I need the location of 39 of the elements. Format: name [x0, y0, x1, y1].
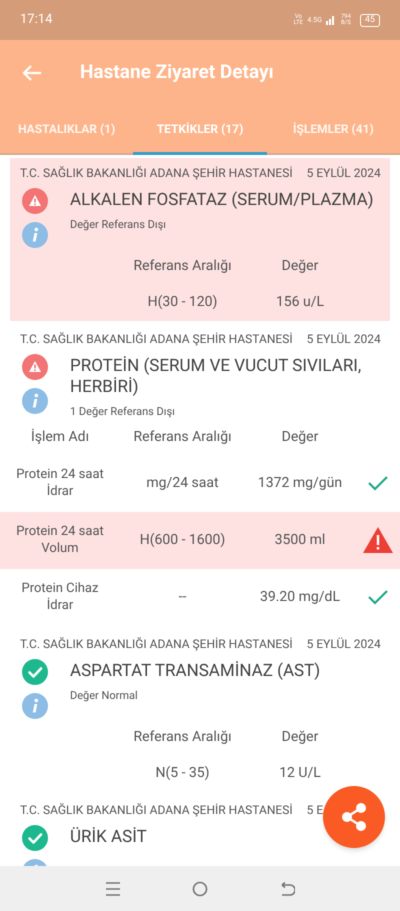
hospital-name: T.C. SAĞLIK BAKANLIĞI ADANA ŞEHİR HASTANESİ	[20, 802, 293, 818]
column-header: Referans Aralığı	[132, 257, 233, 276]
table-cell-text: 3500 ml	[274, 530, 326, 550]
date: 5 EYLÜL 2024	[306, 331, 381, 348]
column-header: Değer	[280, 428, 320, 447]
hospital-name: T.C. SAĞLIK BAKANLIĞI ADANA ŞEHİR HASTANESİ	[20, 636, 293, 652]
hospital-name: T.C. SAĞLIK BAKANLIĞI ADANA ŞEHİR HASTANESİ	[20, 165, 293, 182]
test-title: PROTEİN (SERUM VE VUCUT SIVILARI, HERBİRİ)	[70, 356, 362, 398]
table-cell-text: Protein Cihaz İdrar	[20, 580, 100, 614]
table-cell-text: --	[178, 588, 188, 606]
reference-range: H(30 - 120)	[146, 293, 218, 312]
card[interactable]: T.C. SAĞLIK BAKANLIĞI ADANA ŞEHİR HASTANESİ 5 EYLÜL 2024 ALKALEN FOSFATAZ (SERUM/PLAZMA) Değer Referans Dışı Referans Aralığı Değer H(30 - 120) 156 u/L	[10, 158, 390, 321]
reference-range: N(5 - 35)	[154, 764, 211, 782]
test-title: ALKALEN FOSFATAZ (SERUM/PLAZMA)	[70, 190, 375, 211]
date: 5 E	[306, 802, 324, 818]
hospital-name: T.C. SAĞLIK BAKANLIĞI ADANA ŞEHİR HASTANESİ	[20, 331, 293, 348]
test-title: ÜRİK ASİT	[70, 826, 148, 848]
table-cell-text: H(600 - 1600)	[138, 530, 226, 550]
column-header: Değer	[280, 728, 320, 746]
column-header: İşlem Adı	[30, 428, 90, 447]
result-note: Değer Normal	[70, 688, 139, 704]
date: 5 EYLÜL 2024	[306, 636, 381, 652]
column-header: Referans Aralığı	[132, 428, 233, 447]
table-cell-text: mg/24 saat	[145, 474, 220, 492]
page-title: Hastane Ziyaret Detayı	[80, 59, 274, 86]
column-header: Referans Aralığı	[132, 728, 233, 746]
table-cell-text: Protein 24 saat İdrar	[15, 466, 105, 500]
date: 5 EYLÜL 2024	[306, 165, 381, 182]
column-header: Değer	[280, 257, 320, 276]
result-note: 1 Değer Referans Dışı	[70, 404, 176, 420]
table-cell-text: Protein 24 saat Volum	[15, 523, 105, 557]
result-value: 156 u/L	[274, 293, 326, 312]
battery-icon: 45	[360, 14, 380, 26]
result-value: 12 U/L	[278, 764, 322, 782]
result-note: Değer Referans Dışı	[70, 217, 167, 233]
table-cell-text: 1372 mg/gün	[256, 474, 344, 492]
test-title: ASPARTAT TRANSAMİNAZ (AST)	[70, 660, 322, 682]
table-cell-text: 39.20 mg/dL	[259, 588, 341, 606]
clock: 17:14	[20, 11, 52, 30]
